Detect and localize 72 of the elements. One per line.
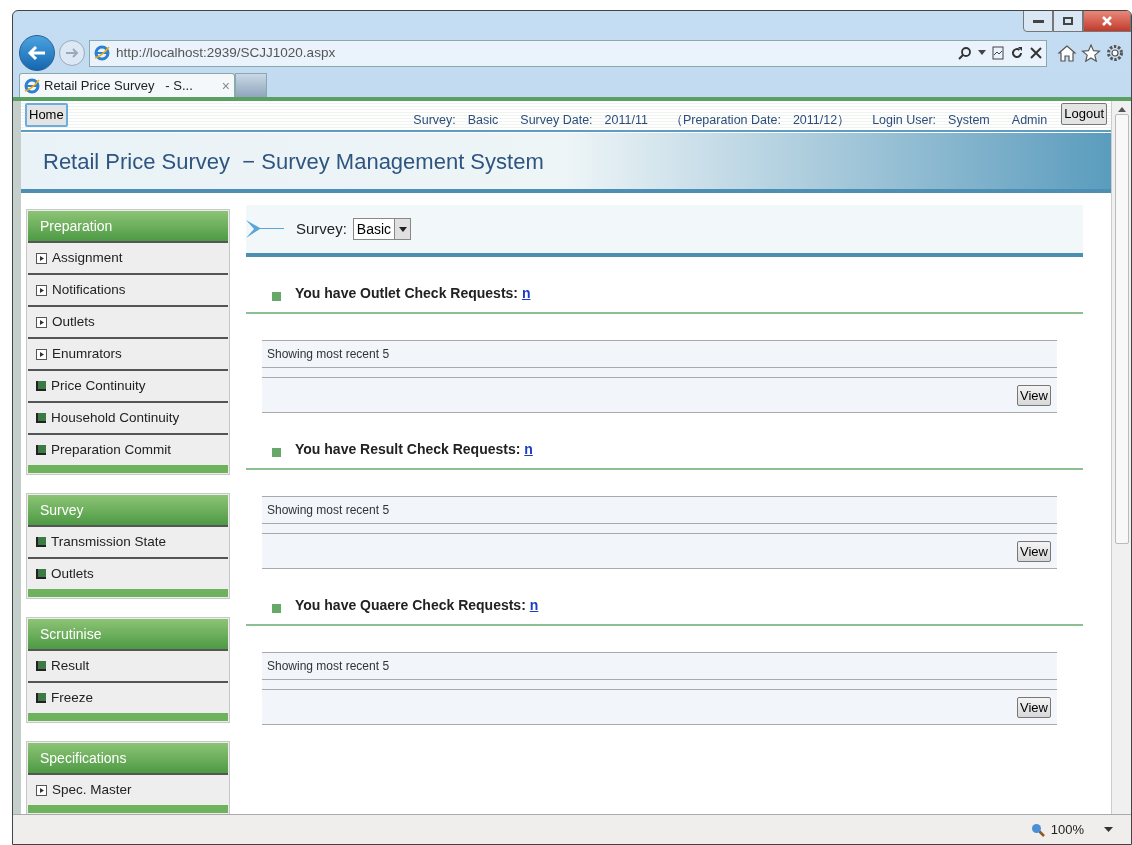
header-info-text: Admin	[1011, 112, 1048, 130]
header-info-text: Basic	[467, 112, 499, 130]
header-info-text: 2011/12）	[792, 112, 851, 130]
header-info-text: （Preparation Date:	[669, 112, 781, 130]
view-button[interactable]: View	[1017, 696, 1051, 718]
view-button[interactable]: View	[1017, 540, 1051, 562]
view-button[interactable]: View	[1017, 384, 1051, 406]
table-note: Showing most recent 5	[267, 346, 390, 363]
play-box-icon	[36, 784, 47, 796]
scroll-up-arrow-icon[interactable]	[1117, 107, 1126, 112]
square-bullet-icon	[36, 381, 46, 391]
logout-button[interactable]: Logout	[1061, 103, 1107, 125]
forward-arrow-icon	[65, 47, 79, 59]
header-info-text: 2011/11	[604, 112, 648, 130]
minimize-button[interactable]	[1023, 11, 1053, 32]
request-heading: You have Result Check Requests: n	[295, 440, 533, 459]
caret-icon[interactable]	[1104, 827, 1113, 832]
browser-logo-icon	[94, 45, 110, 61]
zoom-icon[interactable]	[1030, 822, 1045, 837]
square-bullet-icon	[272, 292, 281, 301]
home-icon[interactable]	[1057, 44, 1077, 62]
address-bar[interactable]: http://localhost:2939/SCJJ1020.aspx	[89, 39, 1047, 67]
home-button[interactable]: Home	[25, 103, 68, 127]
caret-icon[interactable]	[978, 50, 986, 56]
square-bullet-icon	[36, 661, 46, 671]
caret-icon	[398, 226, 407, 232]
header-info-text: Login User:	[872, 112, 937, 130]
star-icon[interactable]	[1081, 44, 1101, 62]
survey-label: Survey:	[296, 218, 347, 239]
table-note: Showing most recent 5	[267, 502, 390, 519]
play-box-icon	[36, 252, 47, 264]
play-box-icon	[36, 284, 47, 296]
play-box-icon	[36, 348, 47, 360]
header-info-text: Survey:	[413, 112, 456, 130]
square-bullet-icon	[36, 537, 46, 547]
compatibility-icon[interactable]	[992, 46, 1004, 60]
back-arrow-icon	[27, 45, 47, 61]
back-button[interactable]	[19, 35, 55, 71]
settings-icon[interactable]	[1105, 43, 1125, 63]
sidebar-heading: Survey	[28, 495, 228, 525]
header-info-text: Survey Date:	[520, 112, 593, 130]
sidebar-heading: Scrutinise	[28, 619, 228, 649]
sidebar-heading: Preparation	[28, 211, 228, 241]
count-link[interactable]: n	[521, 285, 531, 301]
square-bullet-icon	[272, 448, 281, 457]
square-bullet-icon	[36, 445, 46, 455]
close-button[interactable]	[1083, 11, 1131, 32]
tab-title: Retail Price Survey - S...	[44, 76, 194, 95]
zoom-level[interactable]: 100%	[1050, 819, 1084, 840]
count-link[interactable]: n	[529, 597, 539, 613]
banner-title: Retail Price Survey − Survey Management System	[43, 147, 544, 176]
browser-logo-icon	[24, 77, 40, 94]
maximize-button[interactable]	[1053, 11, 1083, 32]
browser-tab[interactable]: Retail Price Survey - S... ×	[19, 73, 235, 97]
stop-icon[interactable]	[1030, 47, 1042, 59]
square-bullet-icon	[36, 693, 46, 703]
header-info-text: System	[948, 112, 990, 130]
close-icon	[1101, 15, 1113, 27]
request-heading: You have Outlet Check Requests: n	[295, 284, 531, 303]
url-text: http://localhost:2939/SCJJ1020.aspx	[116, 43, 337, 62]
request-heading: You have Quaere Check Requests: n	[295, 596, 539, 615]
square-bullet-icon	[272, 604, 281, 613]
refresh-icon[interactable]	[1010, 46, 1024, 60]
search-icon[interactable]	[958, 46, 972, 60]
table-note: Showing most recent 5	[267, 658, 390, 675]
survey-select[interactable]: Basic	[352, 218, 412, 240]
scrollbar[interactable]	[1111, 101, 1131, 814]
square-bullet-icon	[36, 569, 46, 579]
sidebar-heading: Specifications	[28, 743, 228, 773]
count-link[interactable]: n	[524, 441, 533, 457]
play-box-icon	[36, 316, 47, 328]
square-bullet-icon	[36, 413, 46, 423]
